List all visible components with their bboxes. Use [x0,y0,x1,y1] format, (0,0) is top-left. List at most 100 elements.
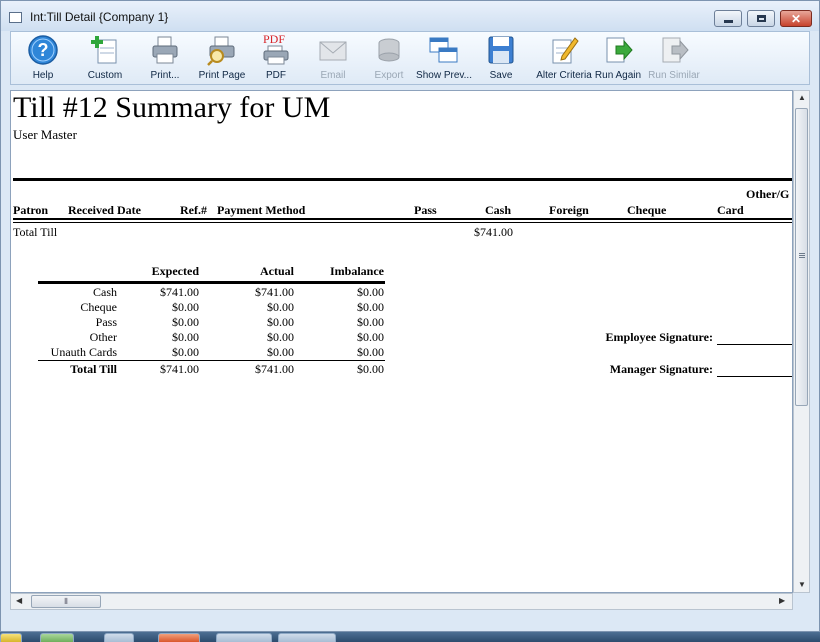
scroll-right-icon[interactable]: ▶ [779,596,785,605]
window-title: Int:Till Detail {Company 1} [30,10,169,24]
summary-total-expected: $741.00 [160,362,199,376]
print-page-button[interactable]: Print Page [196,34,248,84]
header-rule-bottom-1 [13,218,792,220]
pdf-label: PDF [266,70,286,81]
employee-signature-label: Employee Signature: [605,330,713,344]
run-similar-label: Run Similar [648,70,700,81]
title-bar[interactable]: Int:Till Detail {Company 1} ✕ [1,1,819,31]
alter-criteria-icon [548,34,580,66]
summary-row-expected: $741.00 [160,285,199,299]
export-label: Export [374,70,404,81]
print-page-label: Print Page [198,70,246,81]
col-cash: Cash [485,203,512,217]
email-icon [317,34,349,66]
total-till-cash: $741.00 [474,225,513,239]
summary-row-label: Other [89,330,117,344]
summary-row-actual: $741.00 [255,285,294,299]
summary-row-label: Cash [93,285,117,299]
window-icon [9,12,22,23]
print-page-icon [206,34,238,66]
resize-grip[interactable] [793,610,810,627]
scroll-down-icon[interactable]: ▼ [798,580,806,589]
summary-row-actual: $0.00 [267,330,294,344]
close-button[interactable]: ✕ [780,10,812,27]
summary-total-rule [38,360,385,361]
col-patron: Patron [13,203,49,217]
summary-row-label: Pass [95,315,117,329]
report-title: Till #12 Summary for UM [13,91,331,124]
export-icon [373,34,405,66]
print-button[interactable]: Print... [142,34,188,84]
horizontal-scroll-thumb[interactable]: ⦀ [31,595,101,608]
report-canvas: Till #12 Summary for UM User Master Othe… [10,90,793,593]
show-preview-icon [428,34,460,66]
summary-header-actual: Actual [260,264,294,278]
summary-row-expected: $0.00 [172,300,199,314]
svg-text:?: ? [38,40,49,60]
summary-row-expected: $0.00 [172,345,199,359]
scroll-left-icon[interactable]: ◀ [16,596,22,605]
summary-total-imbalance: $0.00 [357,362,384,376]
summary-header-imbalance: Imbalance [330,264,384,278]
help-label: Help [32,70,54,81]
summary-row-label: Cheque [80,300,117,314]
summary-row-actual: $0.00 [267,315,294,329]
minimize-button[interactable] [714,10,742,27]
taskbar [0,632,820,642]
export-button[interactable]: Export [369,34,409,84]
taskbar-item[interactable] [216,633,272,642]
custom-button[interactable]: Custom [83,34,127,84]
scroll-up-icon[interactable]: ▲ [798,93,806,102]
custom-icon [89,34,121,66]
header-rule-bottom-2 [13,222,792,223]
report-toolbar: ? Help Custom Print... Print Page PDF PD… [10,31,810,85]
run-similar-button[interactable]: Run Similar [648,34,700,84]
save-button[interactable]: Save [481,34,521,84]
thumb-grip-icon [799,253,805,254]
taskbar-item[interactable] [0,633,22,642]
header-rule-top [13,178,792,181]
report-window: Int:Till Detail {Company 1} ✕ ? Help Cus… [0,0,820,632]
custom-label: Custom [87,70,123,81]
pdf-badge: PDF [263,32,286,46]
total-till-label: Total Till [13,225,58,239]
close-icon: ✕ [790,11,802,26]
report-subtitle: User Master [13,127,77,142]
summary-row-actual: $0.00 [267,300,294,314]
vertical-scrollbar[interactable]: ▲ ▼ [793,90,810,593]
col-foreign: Foreign [549,203,589,217]
summary-header-expected: Expected [151,264,199,278]
maximize-icon [756,15,766,22]
vertical-scroll-thumb[interactable] [795,108,808,406]
pdf-icon: PDF [260,32,292,66]
pdf-button[interactable]: PDF PDF [256,32,296,84]
help-button[interactable]: ? Help [22,34,64,84]
save-icon [485,34,517,66]
show-preview-button[interactable]: Show Prev... [416,34,472,84]
manager-signature-label: Manager Signature: [609,362,713,376]
horizontal-scrollbar[interactable]: ◀ ⦀ ▶ [10,593,793,610]
col-pass: Pass [414,203,437,217]
summary-row-label: Unauth Cards [50,345,117,359]
summary-row-imbalance: $0.00 [357,345,384,359]
col-card: Card [717,203,744,217]
summary-row-imbalance: $0.00 [357,315,384,329]
maximize-button[interactable] [747,10,775,27]
taskbar-item[interactable] [40,633,74,642]
taskbar-item[interactable] [104,633,134,642]
run-similar-icon [658,34,690,66]
run-again-label: Run Again [594,70,642,81]
employee-signature-line [717,344,792,345]
email-button[interactable]: Email [313,34,353,84]
taskbar-item[interactable] [278,633,336,642]
alter-criteria-button[interactable]: Alter Criteria [536,34,592,84]
summary-row-imbalance: $0.00 [357,300,384,314]
col-cheque: Cheque [627,203,667,217]
col-ref: Ref.# [180,203,207,217]
summary-row-imbalance: $0.00 [357,330,384,344]
col-received-date: Received Date [68,203,141,217]
help-icon: ? [27,34,59,66]
run-again-button[interactable]: Run Again [595,34,641,84]
print-label: Print... [150,70,180,81]
taskbar-item[interactable] [158,633,200,642]
